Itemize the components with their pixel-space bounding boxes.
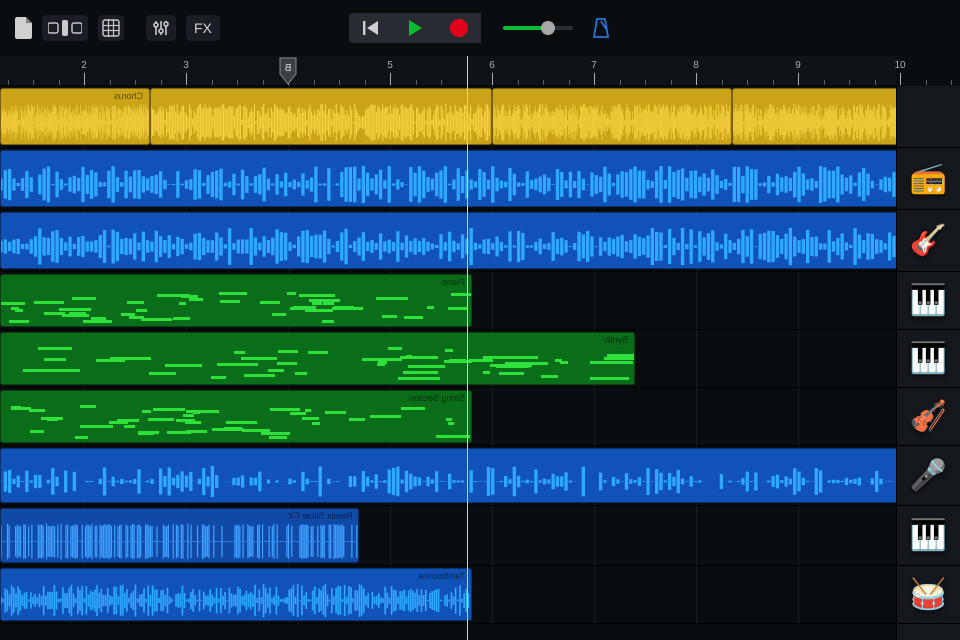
- svg-text:B: B: [284, 63, 291, 74]
- instrument-icon: 🥁: [910, 577, 947, 612]
- track-row[interactable]: String Section: [0, 388, 896, 446]
- instrument-icon: 🎹: [910, 283, 947, 318]
- region[interactable]: String Section: [0, 390, 472, 443]
- track-row[interactable]: My Guitar: [0, 148, 896, 210]
- instrument-cell[interactable]: 🎻: [897, 388, 960, 446]
- instrument-icon: 🎹: [910, 341, 947, 376]
- bar-number: 10: [894, 60, 905, 71]
- region[interactable]: Bass: [0, 212, 896, 269]
- region[interactable]: Tambourine: [0, 568, 472, 621]
- bar-number: 9: [795, 60, 801, 71]
- go-to-start-button[interactable]: [349, 13, 393, 43]
- instrument-cell[interactable]: 🎤: [897, 446, 960, 506]
- track-row[interactable]: Synth: [0, 330, 896, 388]
- instrument-cell[interactable]: 🎹: [897, 272, 960, 330]
- my-songs-icon[interactable]: [14, 17, 32, 39]
- bar-number: 5: [387, 60, 393, 71]
- region[interactable]: Verse 1: [732, 88, 896, 145]
- instrument-icon: 🎤: [910, 458, 947, 493]
- bar-number: 3: [183, 60, 189, 71]
- tracks-area[interactable]: Chorus Verse 1My GuitarBass Piano Synth Stri…: [0, 86, 896, 640]
- track-row[interactable]: Bass: [0, 210, 896, 272]
- track-row[interactable]: Chorus Verse 1: [0, 86, 896, 148]
- bar-number: 8: [693, 60, 699, 71]
- region[interactable]: Remix Slicer FX: [0, 508, 359, 563]
- instrument-cell[interactable]: [897, 86, 960, 148]
- record-icon: [450, 19, 468, 37]
- instrument-cell[interactable]: 📻: [897, 148, 960, 210]
- instrument-cell[interactable]: 🥁: [897, 566, 960, 624]
- track-row[interactable]: Piano: [0, 272, 896, 330]
- instrument-icon: 🎹: [910, 518, 947, 553]
- instrument-rail: 📻 🎸 🎹 🎹 🎻 🎤 🎹 🥁: [896, 86, 960, 640]
- instrument-cell[interactable]: 🎸: [897, 210, 960, 272]
- region[interactable]: [492, 88, 732, 145]
- region[interactable]: Chorus: [0, 88, 150, 145]
- browser-toggle[interactable]: [42, 15, 88, 41]
- bar-number: 2: [81, 60, 87, 71]
- play-button[interactable]: [393, 13, 437, 43]
- region-label: Piano: [442, 277, 465, 287]
- instrument-icon: 📻: [910, 161, 947, 196]
- transport-controls: [349, 13, 611, 43]
- region[interactable]: Synth: [0, 332, 635, 385]
- instrument-icon: 🎻: [910, 399, 947, 434]
- record-button[interactable]: [437, 13, 481, 43]
- toolbar: FX: [0, 0, 960, 56]
- region[interactable]: Piano: [0, 274, 472, 327]
- fx-button[interactable]: FX: [186, 15, 220, 41]
- track-row[interactable]: Remix Slicer FX: [0, 506, 896, 566]
- region[interactable]: My Vocal: [0, 448, 896, 503]
- instrument-cell[interactable]: 🎹: [897, 330, 960, 388]
- track-controls-icon[interactable]: [146, 15, 176, 41]
- region-label: Chorus: [114, 91, 143, 101]
- region[interactable]: My Guitar: [0, 150, 896, 207]
- region-label: Synth: [605, 335, 628, 345]
- tracks-view-icon[interactable]: [98, 15, 124, 41]
- track-row[interactable]: My Vocal: [0, 446, 896, 506]
- metronome-icon[interactable]: [591, 17, 611, 39]
- bar-number: 6: [489, 60, 495, 71]
- region[interactable]: [150, 88, 492, 145]
- track-row[interactable]: Tambourine: [0, 566, 896, 624]
- region-label: Tambourine: [418, 571, 465, 581]
- bar-number: 7: [591, 60, 597, 71]
- timeline-ruler[interactable]: 12345678910B: [0, 56, 896, 86]
- region-label: Remix Slicer FX: [288, 511, 353, 521]
- instrument-icon: 🎸: [910, 223, 947, 258]
- toolbar-left-group: FX: [14, 15, 220, 41]
- volume-slider[interactable]: [503, 26, 573, 30]
- region-label: String Section: [409, 393, 465, 403]
- instrument-cell[interactable]: 🎹: [897, 506, 960, 566]
